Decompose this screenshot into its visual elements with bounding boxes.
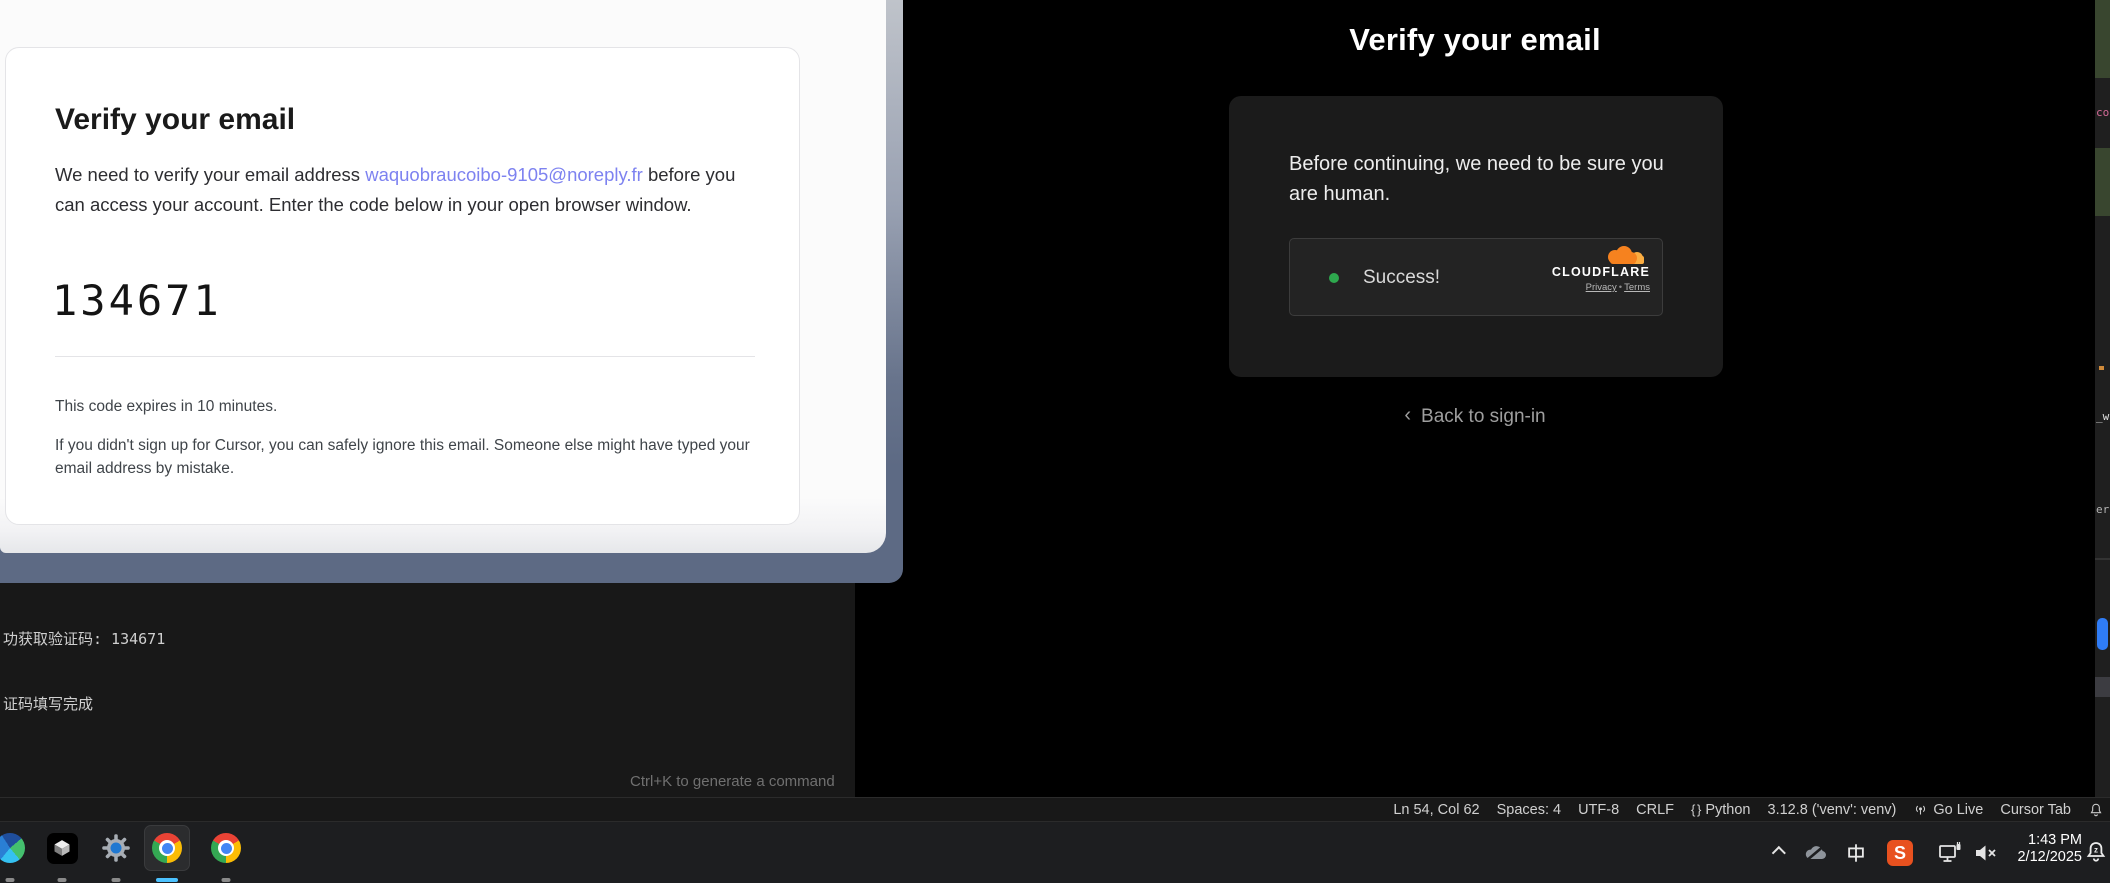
code-fragment <box>2099 366 2104 370</box>
code-fragment: _w <box>2096 410 2109 423</box>
email-card: Verify your email We need to verify your… <box>5 47 800 525</box>
s-app-icon: S <box>1887 840 1913 866</box>
turnstile-status: Success! <box>1363 267 1440 289</box>
turnstile-links: Privacy•Terms <box>1548 282 1650 293</box>
language-label: Python <box>1705 802 1750 818</box>
link-separator: • <box>1619 282 1622 293</box>
email-title: Verify your email <box>55 103 295 137</box>
encoding-indicator[interactable]: UTF-8 <box>1578 802 1619 818</box>
status-bar: Ln 54, Col 62 Spaces: 4 UTF-8 CRLF { } P… <box>0 797 2110 822</box>
terms-link[interactable]: Terms <box>1624 282 1650 293</box>
speaker-muted-icon <box>1973 842 1999 864</box>
email-body-prefix: We need to verify your email address <box>55 164 365 185</box>
notification-center-button[interactable]: z <box>2084 838 2110 869</box>
active-running-indicator <box>156 878 178 882</box>
running-indicator <box>112 878 121 882</box>
email-window: Verify your email We need to verify your… <box>0 0 903 583</box>
tray-onedrive-button[interactable] <box>1798 833 1834 873</box>
tray-ime-button[interactable] <box>1838 833 1874 873</box>
notifications-button[interactable] <box>2088 802 2104 818</box>
editor-sliver: co _w er <box>2095 0 2110 797</box>
ime-zhong-icon <box>1845 842 1867 864</box>
screen: co _w er 功获取验证码: 134671 证码填写完成 在处理 Turns… <box>0 0 2110 883</box>
taskbar-cursor-button[interactable] <box>42 828 82 868</box>
bell-icon <box>2088 802 2104 818</box>
verify-card-text: Before continuing, we need to be sure yo… <box>1289 149 1689 209</box>
email-address-link[interactable]: waquobraucoibo-9105@noreply.fr <box>365 164 643 185</box>
clock-date: 2/12/2025 <box>2002 849 2082 866</box>
back-to-signin-link[interactable]: ‹ Back to sign-in <box>855 405 2095 428</box>
taskbar-chrome-button-2[interactable] <box>206 828 246 868</box>
email-body: We need to verify your email address waq… <box>55 160 767 220</box>
cloudflare-branding: CLOUDFLARE Privacy•Terms <box>1548 246 1650 293</box>
code-fragment: co <box>2096 106 2109 119</box>
browser-window: Verify your email Before continuing, we … <box>855 0 2095 797</box>
cloudflare-wordmark: CLOUDFLARE <box>1548 266 1650 279</box>
language-mode-indicator[interactable]: { } Python <box>1691 802 1750 818</box>
email-divider <box>55 356 755 357</box>
go-live-label: Go Live <box>1933 802 1983 818</box>
verification-code: 134671 <box>52 276 222 325</box>
tray-volume-button[interactable] <box>1968 833 2004 873</box>
taskbar-edge-button[interactable] <box>0 828 30 868</box>
cursor-position-indicator[interactable]: Ln 54, Col 62 <box>1393 802 1479 818</box>
taskbar: S 1:43 PM 2/12/2025 <box>0 822 2110 883</box>
privacy-link[interactable]: Privacy <box>1586 282 1617 293</box>
scrollbar-thumb[interactable] <box>2097 618 2108 650</box>
email-disclaimer: If you didn't sign up for Cursor, you ca… <box>55 434 750 480</box>
tray-network-button[interactable] <box>1932 833 1968 873</box>
expiry-note: This code expires in 10 minutes. <box>55 398 277 416</box>
verify-card: Before continuing, we need to be sure yo… <box>1229 96 1723 377</box>
taskbar-chrome-button-active[interactable] <box>147 828 187 868</box>
editor-selection-highlight <box>2095 148 2110 216</box>
edge-icon <box>0 833 25 863</box>
python-interpreter-indicator[interactable]: 3.12.8 ('venv': venv) <box>1768 802 1897 818</box>
running-indicator <box>222 878 231 882</box>
chevron-up-icon <box>1772 846 1786 860</box>
success-dot-icon <box>1329 273 1339 283</box>
page-title: Verify your email <box>855 22 2095 58</box>
terminal-pane[interactable]: 功获取验证码: 134671 证码填写完成 在处理 Turnstile 验证..… <box>0 583 855 797</box>
tray-overflow-button[interactable] <box>1758 833 1794 873</box>
terminal-line: 证码填写完成 <box>3 694 204 716</box>
terminal-hint: Ctrl+K to generate a command <box>630 773 835 790</box>
clock[interactable]: 1:43 PM 2/12/2025 <box>2002 832 2082 866</box>
bell-zzz-icon: z <box>2084 838 2108 864</box>
turnstile-widget[interactable]: Success! CLOUDFLARE Privacy•Terms <box>1289 238 1663 316</box>
gear-icon <box>101 833 131 863</box>
chevron-left-icon: ‹ <box>1404 404 1411 427</box>
editor-selection-highlight <box>2095 0 2110 78</box>
braces-icon: { } <box>1691 802 1700 817</box>
cloudflare-cloud-icon <box>1598 246 1650 266</box>
terminal-line: 功获取验证码: 134671 <box>3 629 204 651</box>
eol-indicator[interactable]: CRLF <box>1636 802 1674 818</box>
back-to-signin-label: Back to sign-in <box>1421 406 1546 427</box>
terminal-line <box>3 758 204 780</box>
scrollbar-track[interactable] <box>2095 677 2110 697</box>
code-fragment: er <box>2096 503 2109 516</box>
running-indicator <box>6 878 15 882</box>
chrome-icon <box>152 833 182 863</box>
bell-badge-text: z <box>2094 846 2098 855</box>
cloud-slash-icon <box>1803 842 1829 864</box>
indentation-indicator[interactable]: Spaces: 4 <box>1497 802 1562 818</box>
tray-sougou-button[interactable]: S <box>1882 833 1918 873</box>
cursor-tab-indicator[interactable]: Cursor Tab <box>2000 802 2071 818</box>
editor-divider <box>2095 558 2110 560</box>
monitor-plug-icon <box>1937 841 1963 865</box>
cube-icon <box>52 838 72 858</box>
running-indicator <box>58 878 67 882</box>
go-live-button[interactable]: Go Live <box>1913 802 1983 818</box>
clock-time: 1:43 PM <box>2002 832 2082 849</box>
chrome-icon <box>211 833 241 863</box>
taskbar-settings-button[interactable] <box>96 828 136 868</box>
broadcast-icon <box>1913 802 1928 817</box>
cursor-app-icon <box>47 833 78 864</box>
